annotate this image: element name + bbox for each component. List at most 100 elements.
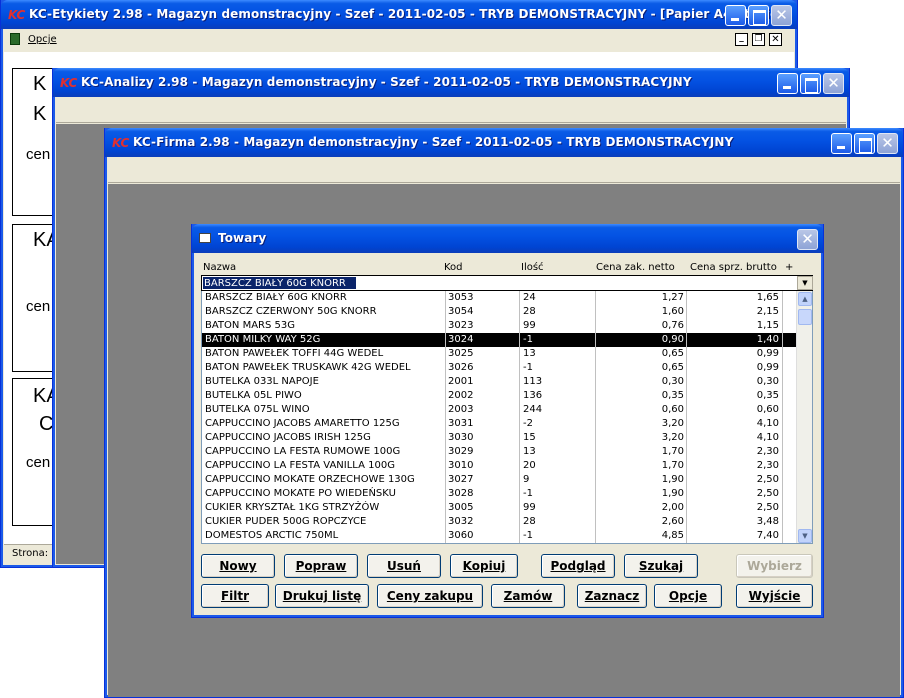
chevron-down-icon: ▼: [802, 279, 808, 287]
mdi-restore-button[interactable]: ❐: [752, 33, 765, 46]
cell-nazwa: CAPPUCCINO MOKATE ORZECHOWE 130G: [205, 474, 415, 485]
column-header-ilosc[interactable]: Ilość: [521, 262, 544, 273]
close-button[interactable]: ✕: [771, 5, 792, 26]
cell-nazwa: BUTELKA 075L WINO: [205, 404, 310, 415]
title-bar[interactable]: KC KC-Firma 2.98 - Magazyn demonstracyjn…: [105, 128, 903, 157]
ceny-zakupu-button[interactable]: Ceny zakupu: [377, 584, 483, 608]
window-title: KC-Etykiety 2.98 - Magazyn demonstracyjn…: [29, 7, 793, 21]
column-header-cena-brutto[interactable]: Cena sprz. brutto: [690, 262, 777, 273]
table-row[interactable]: CAPPUCCINO LA FESTA RUMOWE 100G 3029 13 1,7…: [202, 445, 798, 459]
table-row[interactable]: CUKIER PUDER 500G ROPCZYCE 3032 28 2,60 3,48: [202, 515, 798, 529]
table-row[interactable]: CAPPUCCINO JACOBS AMARETTO 125G 3031 -2 3,2…: [202, 417, 798, 431]
table-row[interactable]: CUKIER KRYSZTAŁ 1KG STRZYŻÓW 3005 99 2,00 2,…: [202, 501, 798, 515]
label-price-text: cen: [26, 454, 51, 471]
szukaj-button[interactable]: Szukaj: [624, 554, 698, 578]
cell-cena-zak: 0,35: [661, 390, 684, 401]
column-header-cena-zak[interactable]: Cena zak. netto: [596, 262, 675, 273]
maximize-button[interactable]: [854, 133, 875, 154]
table-row[interactable]: DOMESTOS ARCTIC 750ML 3060 -1 4,85 7,40: [202, 529, 798, 543]
table-row[interactable]: BATON PAWEŁEK TOFFI 44G WEDEL 3025 13 0,65 0…: [202, 347, 798, 361]
kopiuj-button[interactable]: Kopiuj: [450, 554, 518, 578]
search-combobox[interactable]: ▼: [201, 275, 813, 291]
wybierz-button[interactable]: Wybierz: [736, 554, 813, 578]
zaznacz-button[interactable]: Zaznacz: [577, 584, 647, 608]
maximize-icon: [855, 134, 874, 153]
column-header-nazwa[interactable]: Nazwa: [203, 262, 236, 273]
table-row[interactable]: BUTELKA 033L NAPOJE 2001 113 0,30 0,30: [202, 375, 798, 389]
menu-item-opcje[interactable]: Opcje: [28, 34, 57, 45]
cell-cena-brutto: 2,30: [756, 446, 779, 457]
maximize-button[interactable]: [748, 5, 769, 26]
column-divider: [686, 291, 687, 543]
title-bar[interactable]: KC KC-Analizy 2.98 - Magazyn demonstracy…: [53, 68, 849, 97]
podglad-button[interactable]: Podgląd: [541, 554, 615, 578]
dropdown-button[interactable]: ▼: [797, 276, 813, 290]
cell-kod: 3031: [448, 418, 474, 429]
table-row[interactable]: BATON PAWEŁEK TRUSKAWK 42G WEDEL 3026 -1 0,…: [202, 361, 798, 375]
wyjscie-button[interactable]: Wyjście: [736, 584, 813, 608]
form-icon: [199, 233, 211, 243]
table-row[interactable]: BUTELKA 075L WINO 2003 244 0,60 0,60: [202, 403, 798, 417]
minimize-button[interactable]: [725, 5, 746, 26]
cell-cena-brutto: 0,99: [756, 362, 779, 373]
scroll-thumb[interactable]: [798, 309, 812, 325]
scroll-down-button[interactable]: ▼: [798, 529, 812, 543]
cell-cena-zak: 0,76: [661, 320, 684, 331]
label-price-text: cen: [26, 146, 51, 163]
cell-ilosc: -2: [523, 418, 533, 429]
table-row[interactable]: BUTELKA 05L PIWO 2002 136 0,35 0,35: [202, 389, 798, 403]
close-button[interactable]: ✕: [797, 229, 818, 250]
minimize-button[interactable]: [831, 133, 852, 154]
drukuj-liste-button[interactable]: Drukuj listę: [275, 584, 369, 608]
column-header-plus[interactable]: +: [785, 262, 793, 273]
table-row[interactable]: BATON MARS 53G 3023 99 0,76 1,15: [202, 319, 798, 333]
cell-nazwa: CUKIER KRYSZTAŁ 1KG STRZYŻÓW: [205, 502, 380, 513]
nowy-button[interactable]: Nowy: [201, 554, 275, 578]
products-table[interactable]: DOMESTOS ARCTIC 750ML 3060 -1 4,85 7,40 CUKIE…: [201, 291, 813, 544]
table-row[interactable]: BARSZCZ BIAŁY 60G KNORR 3053 24 1,27 1,65: [202, 291, 798, 305]
minimize-icon: [832, 134, 851, 153]
title-bar[interactable]: KC KC-Etykiety 2.98 - Magazyn demonstrac…: [1, 0, 797, 29]
usun-button[interactable]: Usuń: [367, 554, 441, 578]
cell-cena-zak: 3,20: [661, 418, 684, 429]
table-row-selected[interactable]: BATON MILKY WAY 52G 3024 -1 0,90 1,40: [202, 333, 798, 347]
cell-cena-brutto: 3,48: [756, 516, 779, 527]
opcje-button[interactable]: Opcje: [654, 584, 722, 608]
mdi-minimize-button[interactable]: _: [735, 33, 748, 46]
zamow-button[interactable]: Zamów: [491, 584, 565, 608]
cell-ilosc: 28: [523, 306, 536, 317]
menu-bar: Opcje _ ❐ ✕: [4, 29, 794, 51]
cell-ilosc: 99: [523, 502, 536, 513]
table-row[interactable]: CAPPUCCINO LA FESTA VANILLA 100G 3010 20 1,…: [202, 459, 798, 473]
vertical-scrollbar[interactable]: ▲ ▼: [796, 291, 812, 543]
cell-kod: 3005: [448, 502, 474, 513]
cell-nazwa: BUTELKA 05L PIWO: [205, 390, 302, 401]
cell-ilosc: -1: [523, 334, 533, 345]
maximize-button[interactable]: [800, 73, 821, 94]
cell-kod: 3027: [448, 474, 474, 485]
close-button[interactable]: ✕: [823, 73, 844, 94]
scroll-up-button[interactable]: ▲: [798, 292, 812, 306]
table-row[interactable]: BARSZCZ CZERWONY 50G KNORR 3054 28 1,60 2,15: [202, 305, 798, 319]
cell-cena-brutto: 1,40: [756, 334, 779, 345]
cell-ilosc: -1: [523, 362, 533, 373]
column-header-kod[interactable]: Kod: [444, 262, 463, 273]
table-row[interactable]: CAPPUCCINO JACOBS IRISH 125G 3030 15 3,20 4,…: [202, 431, 798, 445]
chevron-down-icon: ▼: [802, 532, 808, 540]
table-row[interactable]: CAPPUCCINO MOKATE PO WIEDEŃSKU 3028 -1 1,90…: [202, 487, 798, 501]
cell-nazwa: DOMESTOS ARCTIC 750ML: [205, 530, 339, 541]
table-row[interactable]: CAPPUCCINO MOKATE ORZECHOWE 130G 3027 9 1,9…: [202, 473, 798, 487]
cell-cena-brutto: 2,50: [756, 488, 779, 499]
cell-kod: 3029: [448, 446, 474, 457]
filtr-button[interactable]: Filtr: [201, 584, 269, 608]
close-button[interactable]: ✕: [877, 133, 898, 154]
label-price-text: cen: [26, 298, 51, 315]
cell-kod: 3028: [448, 488, 474, 499]
cell-cena-zak: 1,60: [661, 306, 684, 317]
cell-kod: 3054: [448, 306, 474, 317]
search-input[interactable]: [203, 276, 799, 290]
minimize-button[interactable]: [777, 73, 798, 94]
popraw-button[interactable]: Popraw: [284, 554, 358, 578]
mdi-close-button[interactable]: ✕: [769, 33, 782, 46]
dialog-title-bar[interactable]: Towary ✕: [192, 224, 823, 253]
